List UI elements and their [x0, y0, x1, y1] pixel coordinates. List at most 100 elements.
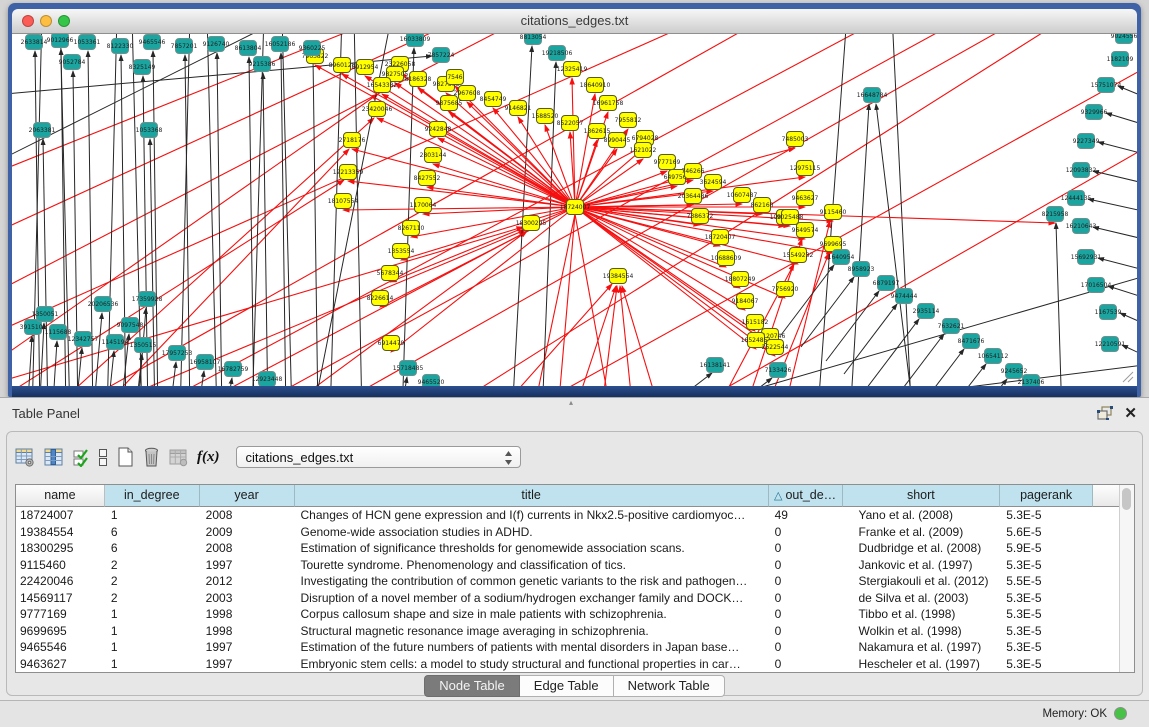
- table-row[interactable]: 946362711997Embryonic stem cells: a mode…: [16, 656, 1120, 673]
- graph-node[interactable]: 746266: [682, 164, 705, 179]
- graph-node[interactable]: 12444135: [1061, 191, 1092, 206]
- graph-node[interactable]: 9126740: [203, 37, 230, 52]
- window-titlebar[interactable]: citations_edges.txt: [12, 9, 1137, 34]
- resize-grip-icon[interactable]: [1119, 368, 1135, 384]
- graph-node[interactable]: 8122330: [107, 39, 134, 54]
- show-columns-icon[interactable]: [44, 448, 64, 467]
- graph-node[interactable]: 18640910: [580, 78, 611, 93]
- graph-node[interactable]: 2803144: [420, 148, 447, 163]
- float-panel-icon[interactable]: [1097, 406, 1113, 420]
- graph-node[interactable]: 7857201: [171, 39, 198, 54]
- graph-node[interactable]: 23420046: [362, 102, 393, 117]
- graph-node[interactable]: 9115460: [820, 205, 847, 220]
- graph-node[interactable]: 12975115: [790, 161, 821, 176]
- network-canvas[interactable]: 7963822896012889129542322605898275051654…: [12, 34, 1137, 386]
- graph-node[interactable]: 9465520: [418, 375, 445, 387]
- graph-node[interactable]: 16138141: [700, 358, 731, 373]
- table-row[interactable]: 1938455462009Genome-wide association stu…: [16, 524, 1120, 541]
- table-scrollbar[interactable]: [1119, 485, 1134, 672]
- graph-node[interactable]: 8813054: [520, 34, 547, 45]
- graph-node[interactable]: 17957253: [162, 346, 193, 361]
- graph-node[interactable]: 16782759: [218, 362, 249, 377]
- graph-node[interactable]: 8427552: [414, 171, 441, 186]
- graph-node[interactable]: 8958923: [848, 262, 875, 277]
- column-header-title[interactable]: title: [295, 485, 769, 507]
- graph-node[interactable]: 9777169: [654, 155, 681, 170]
- column-header-year[interactable]: year: [200, 485, 295, 507]
- graph-node[interactable]: 8912954: [352, 60, 379, 75]
- graph-node[interactable]: 1353554: [388, 244, 415, 259]
- graph-node[interactable]: 20206536: [88, 297, 119, 312]
- graph-node[interactable]: 9024556: [1111, 34, 1137, 44]
- graph-node[interactable]: 9474444: [891, 289, 918, 304]
- graph-node[interactable]: 8186328: [405, 72, 432, 87]
- graph-node[interactable]: 8226614: [367, 291, 394, 306]
- table-row[interactable]: 1872400712008Changes of HCN gene express…: [16, 507, 1120, 524]
- graph-node[interactable]: 18720407: [705, 230, 736, 245]
- column-header-in_degree[interactable]: in_degree: [105, 485, 200, 507]
- graph-node[interactable]: 8522057: [557, 116, 584, 131]
- graph-node[interactable]: 16648784: [857, 88, 888, 103]
- import-table-icon[interactable]: [169, 448, 188, 467]
- graph-node[interactable]: 9465546: [139, 35, 166, 50]
- graph-node[interactable]: 15718485: [393, 361, 424, 376]
- table-selector-dropdown[interactable]: citations_edges.txt: [236, 446, 521, 468]
- column-header-short[interactable]: short: [843, 485, 1001, 507]
- graph-node[interactable]: 8325149: [129, 60, 156, 75]
- table-row[interactable]: 1456911722003Disruption of a novel membe…: [16, 590, 1120, 607]
- table-row[interactable]: 946554611997Estimation of the future num…: [16, 639, 1120, 656]
- new-table-icon[interactable]: [117, 447, 134, 467]
- graph-node[interactable]: 15549232: [783, 248, 814, 263]
- table-row[interactable]: 977716911998Corpus callosum shape and si…: [16, 606, 1120, 623]
- graph-node[interactable]: 15751074: [1091, 78, 1122, 93]
- column-header-pagerank[interactable]: pagerank: [1000, 485, 1093, 507]
- tab-node-table[interactable]: Node Table: [424, 675, 520, 697]
- graph-node[interactable]: 20364486: [678, 189, 709, 204]
- graph-node[interactable]: 2935114: [913, 304, 940, 319]
- graph-node[interactable]: 9463627: [792, 191, 819, 206]
- select-columns-icon[interactable]: [73, 448, 89, 467]
- graph-node[interactable]: 12342757: [68, 332, 99, 347]
- graph-node[interactable]: 1182109: [1107, 52, 1134, 67]
- graph-node[interactable]: 12093832: [1066, 163, 1097, 178]
- graph-node[interactable]: 15692931: [1071, 250, 1102, 265]
- graph-node[interactable]: 10654112: [978, 349, 1009, 364]
- graph-node[interactable]: 9146821: [505, 101, 532, 116]
- memory-ok-icon[interactable]: [1114, 707, 1127, 720]
- graph-node[interactable]: 16210643: [1066, 219, 1097, 234]
- graph-node[interactable]: 1053361: [74, 35, 101, 50]
- graph-node[interactable]: 7546: [447, 70, 464, 85]
- function-builder-icon[interactable]: f(x): [197, 449, 220, 466]
- graph-node[interactable]: 7632621: [938, 319, 965, 334]
- graph-node[interactable]: 17359928: [132, 292, 163, 307]
- graph-node[interactable]: 1167539: [1095, 305, 1122, 320]
- table-row[interactable]: 969969511998Structural magnetic resonanc…: [16, 623, 1120, 640]
- graph-node[interactable]: 16961758: [593, 96, 624, 111]
- graph-node[interactable]: 1053368: [136, 123, 163, 138]
- graph-node[interactable]: 8215958: [1042, 207, 1069, 222]
- graph-node[interactable]: 1350515: [130, 338, 157, 353]
- graph-node[interactable]: 2063381: [29, 123, 56, 138]
- graph-node[interactable]: 19218506: [542, 46, 573, 61]
- graph-node[interactable]: 16052186: [265, 37, 296, 52]
- column-header-name[interactable]: name: [16, 485, 105, 507]
- scrollbar-thumb[interactable]: [1122, 488, 1131, 510]
- graph-node[interactable]: 6879197: [873, 276, 900, 291]
- graph-node[interactable]: 9012966: [47, 34, 74, 48]
- graph-node[interactable]: 7133426: [765, 363, 792, 378]
- table-row[interactable]: 911546021997Tourette syndrome. Phenomeno…: [16, 557, 1120, 574]
- graph-node[interactable]: 12325419: [557, 62, 588, 77]
- graph-node[interactable]: 10607487: [727, 188, 758, 203]
- graph-node[interactable]: 8454749: [480, 92, 507, 107]
- graph-node[interactable]: 7955812: [615, 113, 642, 128]
- graph-node[interactable]: 7485003: [782, 132, 809, 147]
- row-height-icon[interactable]: [98, 448, 108, 467]
- graph-node[interactable]: 19384554: [603, 269, 634, 284]
- graph-node[interactable]: 8471676: [958, 334, 985, 349]
- graph-node[interactable]: 17016504: [1081, 278, 1112, 293]
- graph-node[interactable]: 12923448: [252, 372, 283, 387]
- close-panel-icon[interactable]: ✕: [1124, 404, 1137, 422]
- graph-node[interactable]: 7857224: [428, 48, 455, 63]
- graph-node[interactable]: 862160: [751, 198, 774, 213]
- graph-node[interactable]: 9184067: [732, 294, 759, 309]
